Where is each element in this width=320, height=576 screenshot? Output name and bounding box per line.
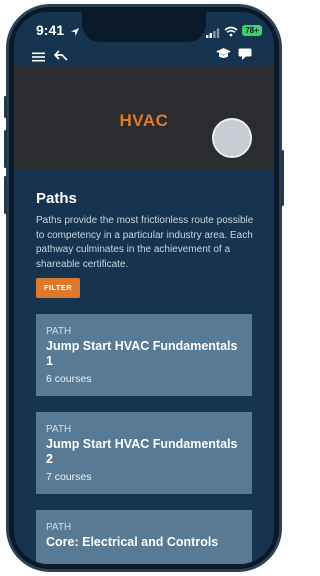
path-card[interactable]: PATH Jump Start HVAC Fundamentals 1 6 co… bbox=[36, 314, 252, 396]
battery-icon: 78+ bbox=[242, 25, 262, 36]
app-nav-bar bbox=[14, 46, 274, 66]
app-screen: 9:41 78+ HVAC Paths Paths provide the mo… bbox=[14, 12, 274, 564]
path-card-title: Core: Electrical and Controls bbox=[46, 535, 219, 549]
chat-icon[interactable] bbox=[238, 48, 252, 66]
signal-icon bbox=[206, 25, 220, 43]
filter-button[interactable]: FILTER bbox=[36, 278, 80, 298]
paths-section: Paths Paths provide the most frictionles… bbox=[14, 170, 274, 564]
path-card-type: PATH bbox=[46, 522, 72, 533]
path-card-type: PATH bbox=[46, 326, 72, 337]
path-card-course-count: 7 courses bbox=[46, 471, 92, 483]
back-icon[interactable] bbox=[53, 48, 68, 66]
notch bbox=[82, 12, 206, 42]
path-card-type: PATH bbox=[46, 424, 72, 435]
graduation-cap-icon[interactable] bbox=[216, 47, 231, 65]
menu-icon[interactable] bbox=[32, 49, 45, 67]
path-card[interactable]: PATH Core: Electrical and Controls bbox=[36, 510, 252, 564]
path-card-title: Jump Start HVAC Fundamentals 2 bbox=[46, 437, 238, 466]
phone-volume-up bbox=[4, 130, 7, 168]
status-bar: 9:41 78+ bbox=[14, 12, 274, 46]
section-heading: Paths bbox=[36, 190, 77, 207]
phone-side-button bbox=[4, 96, 7, 118]
avatar[interactable] bbox=[212, 118, 252, 158]
location-arrow-icon bbox=[70, 24, 80, 42]
phone-power-button bbox=[281, 150, 284, 206]
section-description: Paths provide the most frictionless rout… bbox=[36, 215, 254, 270]
wifi-icon bbox=[224, 24, 238, 42]
path-card-course-count: 6 courses bbox=[46, 373, 92, 385]
status-time: 9:41 bbox=[36, 22, 65, 38]
hero-banner: HVAC bbox=[14, 66, 274, 170]
path-card-title: Jump Start HVAC Fundamentals 1 bbox=[46, 339, 238, 368]
phone-volume-down bbox=[4, 176, 7, 214]
path-card[interactable]: PATH Jump Start HVAC Fundamentals 2 7 co… bbox=[36, 412, 252, 494]
